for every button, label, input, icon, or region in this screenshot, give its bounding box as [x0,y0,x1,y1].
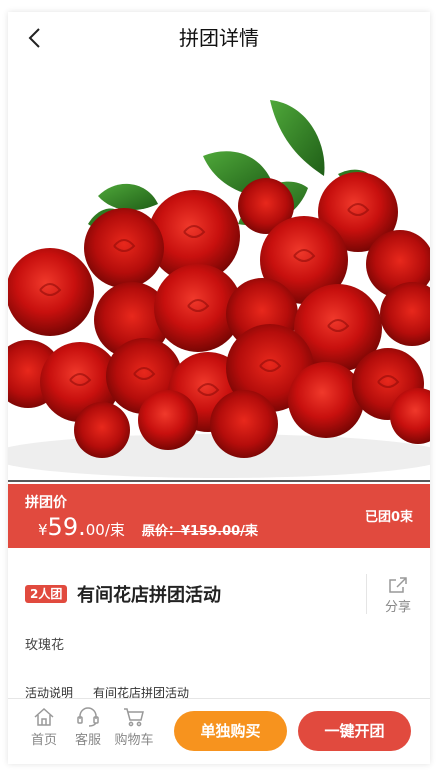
buy-single-button[interactable]: 单独购买 [174,711,287,751]
product-image [8,64,430,484]
nav-service[interactable]: 客服 [66,707,110,748]
original-price: 原价：¥159.00/束 [141,524,258,539]
bottom-bar: 首页 客服 购物车 单独购买 一键开团 [8,698,430,764]
product-subtitle: 玫瑰花 [25,638,65,653]
activity-title: 有间花店拼团活动 [77,585,221,606]
group-price-bar: 拼团价 ¥59.00/束 原价：¥159.00/束 已团0束 [8,484,430,548]
sold-count: 已团0束 [364,510,413,525]
activity-info: 2人团 有间花店拼团活动 分享 玫瑰花 活动说明 有间花店拼团活动 [8,548,430,700]
nav-home[interactable]: 首页 [22,707,66,748]
price-integer: 59. [47,513,86,541]
phone-screen: 拼团详情 拼团价 ¥59.00/束 原价：¥159.00/束 已团0束 2人团 … [8,12,430,764]
start-group-button[interactable]: 一键开团 [298,711,411,751]
share-icon [389,577,407,593]
share-divider [366,574,367,614]
headset-icon [77,707,99,727]
group-price-label: 拼团价 [25,495,67,511]
nav-service-label: 客服 [74,733,101,748]
roses-illustration [8,64,430,484]
nav-home-label: 首页 [30,733,57,748]
share-button[interactable]: 分享 [374,576,422,616]
group-price: ¥59.00/束 原价：¥159.00/束 [38,514,258,545]
share-label: 分享 [384,600,411,615]
cart-icon [124,708,144,727]
price-unit: /束 [104,521,125,539]
price-decimal: 00 [85,521,105,539]
top-bar: 拼团详情 [8,12,430,64]
currency-symbol: ¥ [38,521,48,539]
nav-cart[interactable]: 购物车 [112,707,156,748]
image-divider [8,480,430,482]
page-title: 拼团详情 [179,26,259,50]
nav-cart-label: 购物车 [114,733,154,748]
group-size-badge: 2人团 [25,585,68,603]
home-icon [34,707,54,726]
